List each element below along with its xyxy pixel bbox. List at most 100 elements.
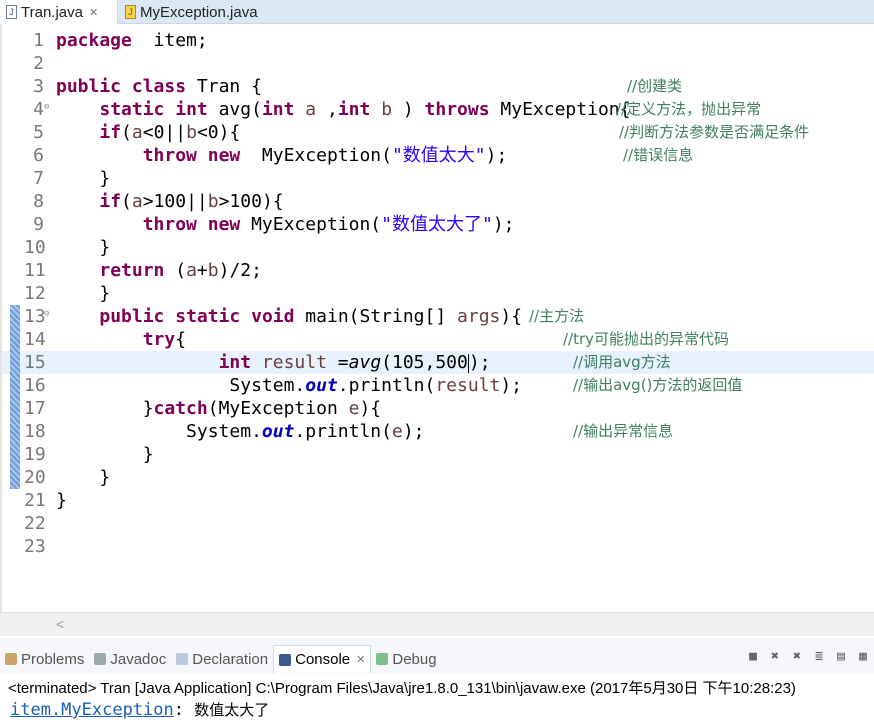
panel-tab-debug[interactable]: Debug	[371, 645, 441, 673]
horizontal-scrollbar[interactable]: <	[0, 612, 874, 636]
problems-icon	[5, 653, 17, 665]
pin-console-icon[interactable]: ▤	[834, 650, 848, 664]
code-line[interactable]: 2	[2, 52, 874, 75]
fold-icon[interactable]: ⊖	[44, 303, 49, 326]
line-number: 7	[33, 168, 44, 189]
code-line[interactable]: 16 System.out.println(result); //输出avg()方…	[2, 374, 874, 397]
code-token: new	[207, 145, 241, 166]
line-number: 13	[24, 306, 46, 327]
code-token: Tran {	[186, 76, 262, 97]
code-line[interactable]: 18 System.out.println(e); //输出异常信息	[2, 420, 874, 443]
code-line[interactable]: 6 throw new MyException("数值太大"); //错误信息	[2, 144, 874, 167]
code-text: public static void main(String[] args){	[56, 305, 522, 328]
code-token: result	[435, 375, 501, 396]
close-icon[interactable]: ✕	[356, 653, 365, 666]
code-line[interactable]: 23	[2, 535, 874, 558]
code-token: if	[99, 191, 122, 212]
code-comment: //创建类	[627, 77, 683, 95]
code-editor[interactable]: 1 package item; 2 3 public class Tran { //创建类…	[0, 24, 874, 636]
code-token: );	[492, 214, 515, 235]
code-text: }	[56, 489, 67, 512]
code-token: throw	[142, 214, 197, 235]
code-line[interactable]: 14 try{//try可能抛出的异常代码	[2, 328, 874, 351]
code-text: if(a>100||b>100){	[56, 190, 283, 213]
code-line[interactable]: 7 }	[2, 167, 874, 190]
panel-tab-declaration[interactable]: Declaration	[171, 645, 273, 673]
code-line[interactable]: 13 ⊖ public static void main(String[] arg…	[2, 305, 874, 328]
code-token: e	[391, 421, 403, 442]
terminate-icon[interactable]: ■	[746, 650, 760, 664]
code-text: static int avg(int a ,int b ) throws MyE…	[56, 98, 630, 121]
line-number: 4	[33, 99, 44, 120]
exception-link[interactable]: item.MyException	[10, 700, 174, 720]
code-token: }	[56, 168, 111, 189]
fold-icon[interactable]: ⊖	[44, 96, 49, 119]
code-line[interactable]: 8 if(a>100||b>100){	[2, 190, 874, 213]
code-line[interactable]: 5 if(a<0||b<0){//判断方法参数是否满足条件	[2, 121, 874, 144]
tab-label: Tran.java	[21, 3, 83, 21]
remove-all-icon[interactable]: ✖	[790, 650, 804, 664]
open-console-icon[interactable]: ▦	[856, 650, 870, 664]
code-line[interactable]: 11 return (a+b)/2;	[2, 259, 874, 282]
panel-tab-javadoc[interactable]: Javadoc	[89, 645, 171, 673]
tab-tran-java[interactable]: J Tran.java ✕	[0, 0, 118, 24]
panel-tab-problems[interactable]: Problems	[0, 645, 89, 673]
code-token: out	[261, 421, 295, 442]
code-line[interactable]: 12 }	[2, 282, 874, 305]
code-token: b	[207, 191, 219, 212]
code-token: int	[175, 99, 208, 120]
close-icon[interactable]: ✕	[89, 6, 98, 19]
panel-tab-label: Problems	[21, 650, 85, 668]
code-token: class	[131, 76, 187, 97]
panel-tab-label: Debug	[392, 650, 437, 668]
tab-myexception-java[interactable]: J MyException.java	[119, 0, 264, 24]
code-line[interactable]: 3 public class Tran {//创建类	[2, 75, 874, 98]
code-line[interactable]: 22	[2, 512, 874, 535]
code-token: }	[56, 398, 154, 419]
code-line[interactable]: 4 ⊖ static int avg(int a ,int b ) throws …	[2, 98, 874, 121]
code-line[interactable]: 19 }	[2, 443, 874, 466]
panel-tab-console[interactable]: Console ✕	[273, 645, 372, 673]
code-line[interactable]: 21}	[2, 489, 874, 512]
code-text: int result =avg(105,500);	[56, 351, 491, 374]
code-token: =	[326, 352, 349, 373]
remove-launch-icon[interactable]: ✖	[768, 650, 782, 664]
code-line[interactable]: 17 }catch(MyException e){	[2, 397, 874, 420]
code-token: avg	[348, 352, 382, 373]
code-line[interactable]: 1 package item;	[2, 29, 874, 52]
code-token: }	[56, 237, 111, 258]
code-token: a	[186, 260, 197, 281]
java-file-icon: J	[6, 5, 17, 19]
code-token: throws	[424, 99, 490, 120]
code-line[interactable]: 9 throw new MyException("数值太大了");	[2, 213, 874, 236]
code-line[interactable]: 15 int result =avg(105,500); //调用avg方法	[2, 351, 874, 374]
line-number: 15	[24, 352, 46, 373]
code-line[interactable]: 10 }	[2, 236, 874, 259]
code-token: (MyException	[207, 398, 349, 419]
editor-tab-bar: J Tran.java ✕ J MyException.java	[0, 0, 874, 24]
code-token: args	[457, 306, 501, 327]
code-comment: //try可能抛出的异常代码	[563, 330, 730, 348]
scroll-left-arrow[interactable]: <	[56, 616, 64, 632]
code-token: avg(	[207, 99, 262, 120]
code-token: );	[402, 421, 425, 442]
code-token: )	[392, 99, 425, 120]
code-token: package	[56, 30, 132, 51]
code-line[interactable]: 20 }	[2, 466, 874, 489]
change-marker	[10, 420, 20, 443]
panel-tab-label: Javadoc	[110, 650, 167, 668]
code-token: {	[175, 329, 187, 350]
code-token: ,	[316, 99, 338, 120]
scroll-lock-icon[interactable]: ≣	[812, 650, 826, 664]
code-comment: //输出异常信息	[573, 422, 674, 440]
code-text: public class Tran {	[56, 75, 262, 98]
code-text: }	[56, 167, 110, 190]
code-text: System.out.println(e);	[56, 420, 425, 443]
code-token: }	[56, 467, 111, 488]
line-number: 9	[33, 214, 44, 235]
at-icon	[94, 653, 107, 665]
line-number: 10	[24, 237, 46, 258]
